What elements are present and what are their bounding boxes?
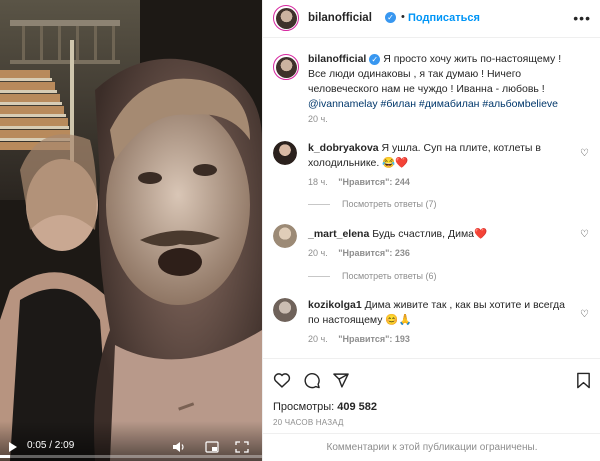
comment-text: _mart_elena Будь счастлив, Дима❤️ — [308, 227, 576, 242]
comment-icon[interactable] — [303, 372, 321, 394]
commenter-avatar[interactable] — [273, 224, 297, 248]
posted-time[interactable]: 20 ЧАСОВ НАЗАД — [273, 418, 344, 427]
commenter-avatar[interactable] — [273, 141, 297, 165]
replies-divider — [308, 276, 330, 278]
comment-like-heart-icon[interactable]: ♡ — [580, 309, 589, 320]
comment-like-count[interactable]: "Нравится": 193 — [338, 334, 410, 344]
heart-icon[interactable] — [273, 372, 291, 393]
share-icon[interactable] — [332, 372, 350, 394]
view-replies[interactable]: Посмотреть ответы (6) — [308, 271, 437, 281]
views-label: Просмотры: — [273, 401, 335, 413]
comment-username[interactable]: _mart_elena — [308, 228, 369, 240]
play-icon[interactable] — [9, 442, 17, 452]
view-replies-label[interactable]: Посмотреть ответы (6) — [342, 271, 437, 281]
follow-button[interactable]: Подписаться — [408, 12, 480, 24]
comment-body: Будь счастлив, Дима❤️ — [372, 228, 488, 240]
caption-avatar[interactable] — [273, 54, 299, 80]
video-player[interactable]: 0:05 / 2:09 — [0, 0, 262, 461]
comments-list: bilanofficial ✓ Я просто хочу жить по-на… — [263, 38, 600, 358]
comment-meta: 20 ч. "Нравится": 236 — [308, 248, 410, 258]
view-replies-label[interactable]: Посмотреть ответы (7) — [342, 199, 437, 209]
views-count: Просмотры: 409 582 — [273, 401, 377, 413]
comment-time: 18 ч. — [308, 177, 328, 187]
verified-badge-icon: ✓ — [369, 53, 381, 65]
video-time: 0:05 / 2:09 — [27, 440, 75, 451]
author-avatar[interactable] — [273, 5, 299, 31]
comment-text: k_dobryakova Я ушла. Суп на плите, котле… — [308, 141, 576, 171]
comment-username[interactable]: k_dobryakova — [308, 142, 379, 154]
video-progress-fill — [0, 455, 11, 458]
views-value: 409 582 — [337, 401, 378, 413]
caption-links[interactable]: @ivannamelay #билан #димабилан #альбомbe… — [308, 98, 558, 110]
more-icon[interactable]: ••• — [573, 10, 591, 26]
post-actions: Просмотры: 409 582 20 ЧАСОВ НАЗАД Коммен… — [263, 358, 600, 461]
bookmark-icon[interactable] — [576, 372, 591, 394]
comment-like-count[interactable]: "Нравится": 236 — [338, 248, 410, 258]
comment-meta: 18 ч. "Нравится": 244 — [308, 177, 410, 187]
caption-text: bilanofficial ✓ Я просто хочу жить по-на… — [308, 52, 576, 112]
commenter-avatar[interactable] — [273, 298, 297, 322]
separator-dot: • — [401, 11, 405, 23]
video-frame — [0, 0, 262, 461]
video-progress-bar[interactable] — [0, 455, 262, 458]
video-controls: 0:05 / 2:09 — [0, 421, 262, 461]
post-panel: bilanofficial ✓ • Подписаться ••• bilano… — [262, 0, 600, 461]
comment-meta: 20 ч. "Нравится": 193 — [308, 334, 410, 344]
author-username[interactable]: bilanofficial — [308, 12, 372, 24]
caption-username[interactable]: bilanofficial — [308, 53, 366, 65]
comment-like-heart-icon[interactable]: ♡ — [580, 148, 589, 159]
comment-username[interactable]: kozikolga1 — [308, 299, 362, 311]
view-replies[interactable]: Посмотреть ответы (7) — [308, 199, 437, 209]
comment-time: 20 ч. — [308, 248, 328, 258]
comment-text: kozikolga1 Дима живите так , как вы хоти… — [308, 298, 576, 328]
post-header: bilanofficial ✓ • Подписаться ••• — [263, 0, 600, 38]
caption-time: 20 ч. — [308, 114, 328, 124]
verified-badge-icon: ✓ — [385, 12, 396, 23]
comment-like-count[interactable]: "Нравится": 244 — [338, 177, 410, 187]
comments-limited-notice: Комментарии к этой публикации ограничены… — [263, 433, 600, 461]
replies-divider — [308, 204, 330, 206]
comment-time: 20 ч. — [308, 334, 328, 344]
comment-like-heart-icon[interactable]: ♡ — [580, 229, 589, 240]
